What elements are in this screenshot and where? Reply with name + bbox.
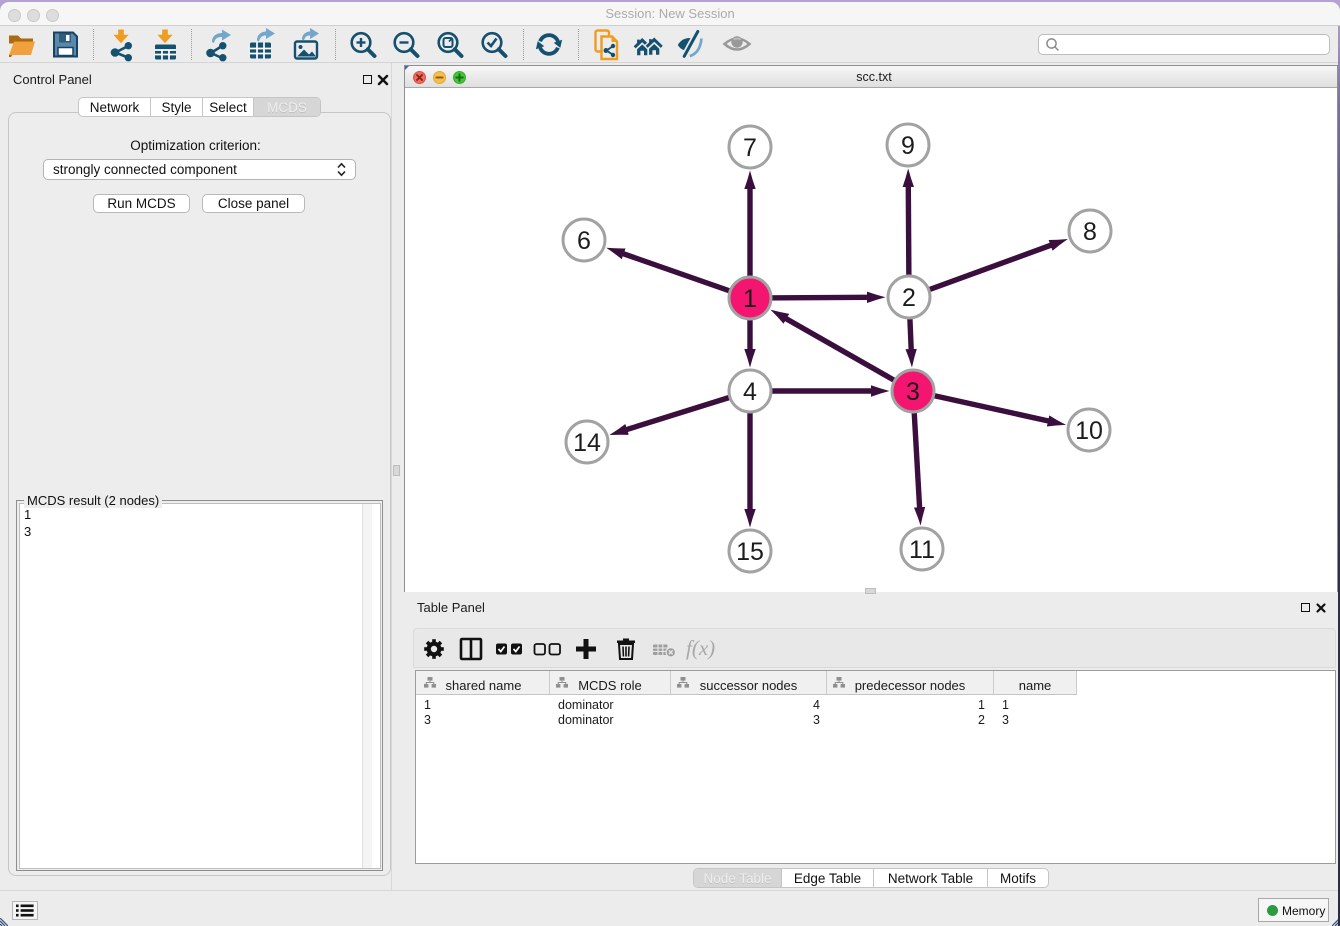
svg-text:3: 3 bbox=[906, 378, 920, 406]
svg-text:6: 6 bbox=[577, 227, 591, 255]
svg-text:4: 4 bbox=[743, 378, 757, 406]
svg-text:11: 11 bbox=[909, 536, 935, 564]
svg-text:10: 10 bbox=[1075, 417, 1103, 445]
svg-text:14: 14 bbox=[573, 429, 601, 457]
svg-text:8: 8 bbox=[1083, 218, 1097, 246]
svg-text:1: 1 bbox=[743, 285, 757, 313]
svg-text:2: 2 bbox=[902, 284, 916, 312]
svg-text:9: 9 bbox=[901, 132, 915, 160]
svg-text:7: 7 bbox=[743, 134, 757, 162]
svg-text:15: 15 bbox=[736, 538, 764, 566]
